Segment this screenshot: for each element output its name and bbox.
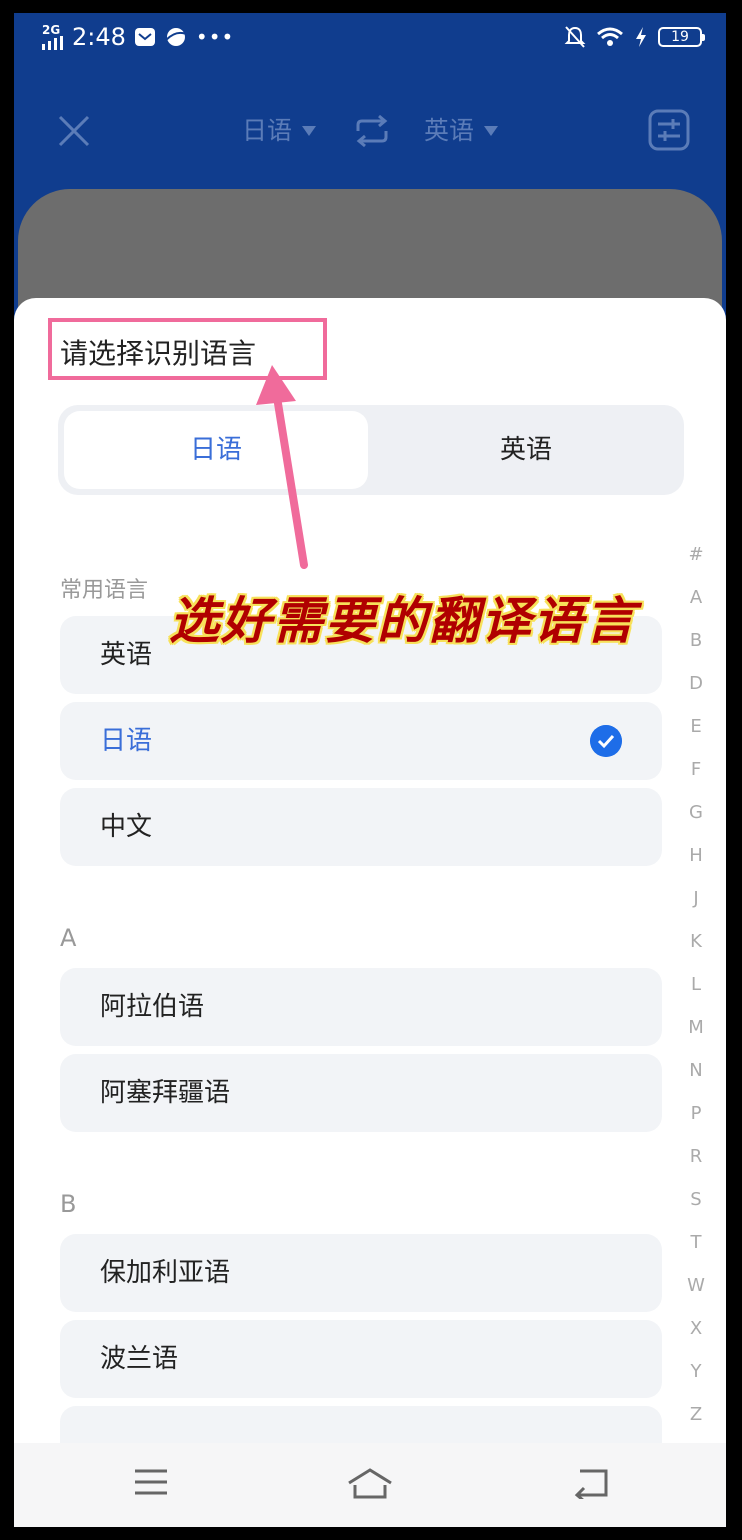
language-item-label: 日语 (100, 726, 153, 756)
battery-level: 19 (658, 27, 705, 47)
language-item-label: 阿塞拜疆语 (100, 1078, 231, 1108)
target-language-label: 英语 (424, 116, 475, 145)
index-letter[interactable]: D (682, 662, 710, 705)
segment-target-language[interactable]: 英语 (374, 411, 678, 489)
language-item[interactable]: 中文 (60, 788, 662, 866)
index-letter[interactable]: W (682, 1264, 710, 1307)
message-icon (134, 28, 155, 46)
index-letter[interactable]: Y (682, 1350, 710, 1393)
index-letter[interactable]: H (682, 834, 710, 877)
language-item-selected[interactable]: 日语 (60, 702, 662, 780)
language-segmented-control: 日语 英语 (58, 405, 684, 495)
language-item-label: 阿拉伯语 (100, 992, 205, 1022)
segment-source-language[interactable]: 日语 (64, 411, 368, 489)
checkmark-icon (590, 725, 622, 757)
index-letter[interactable]: G (682, 791, 710, 834)
index-letter[interactable]: Z (682, 1393, 710, 1436)
index-letter[interactable]: E (682, 705, 710, 748)
language-item[interactable]: 波兰语 (60, 1320, 662, 1398)
index-letter[interactable]: S (682, 1178, 710, 1221)
target-language-selector[interactable]: 英语 (424, 115, 499, 147)
swap-languages-icon[interactable] (352, 113, 392, 149)
language-item-label: 保加利亚语 (100, 1258, 231, 1288)
more-notifications-icon: ••• (195, 25, 235, 49)
language-item[interactable]: 阿拉伯语 (60, 968, 662, 1046)
system-navigation-bar (14, 1443, 726, 1527)
clock: 2:48 (72, 23, 126, 51)
wifi-icon (597, 27, 623, 46)
annotation-highlight-box (48, 318, 327, 380)
translator-header: 日语 英语 (14, 93, 726, 169)
annotation-callout: 选好需要的翻译语言 (169, 592, 637, 650)
browser-icon (165, 28, 187, 46)
caret-down-icon (302, 126, 317, 136)
index-letter[interactable]: J (682, 877, 710, 920)
settings-sliders-icon[interactable] (648, 109, 690, 151)
bell-muted-icon (564, 26, 586, 48)
index-letter[interactable]: B (682, 619, 710, 662)
language-item-partial[interactable] (60, 1406, 662, 1446)
index-letter[interactable]: K (682, 920, 710, 963)
index-letter[interactable]: M (682, 1006, 710, 1049)
home-icon[interactable] (346, 1467, 394, 1501)
menu-icon[interactable] (134, 1467, 168, 1497)
language-item-label: 波兰语 (100, 1344, 179, 1374)
close-icon[interactable] (56, 113, 92, 149)
index-letter[interactable]: T (682, 1221, 710, 1264)
charging-icon (636, 27, 646, 47)
language-picker-sheet: 请选择识别语言 日语 英语 常用语言 英语 日语 中文 A 阿拉伯语 阿塞拜疆语… (14, 298, 726, 1527)
caret-down-icon (484, 126, 499, 136)
signal-icon (42, 36, 63, 50)
index-letter[interactable]: A (682, 576, 710, 619)
source-language-selector[interactable]: 日语 (242, 115, 317, 147)
back-icon[interactable] (572, 1467, 610, 1499)
common-languages-label: 常用语言 (60, 578, 149, 603)
language-item[interactable]: 保加利亚语 (60, 1234, 662, 1312)
index-letter[interactable]: L (682, 963, 710, 1006)
index-letter[interactable]: P (682, 1092, 710, 1135)
section-letter: B (60, 1190, 77, 1218)
source-language-label: 日语 (242, 116, 293, 145)
alphabet-index[interactable]: # A B D E F G H J K L M N P R S T W X Y … (682, 533, 710, 1436)
language-item[interactable]: 阿塞拜疆语 (60, 1054, 662, 1132)
status-bar: 2G 2:48 ••• 19 (14, 13, 726, 65)
section-letter: A (60, 924, 77, 952)
network-type: 2G (42, 23, 61, 37)
index-letter[interactable]: # (682, 533, 710, 576)
index-letter[interactable]: N (682, 1049, 710, 1092)
index-letter[interactable]: F (682, 748, 710, 791)
phone-screen: 2G 2:48 ••• 19 日语 英语 请选择识别语言 日语 英语 常用语言 … (14, 13, 726, 1527)
index-letter[interactable]: R (682, 1135, 710, 1178)
index-letter[interactable]: X (682, 1307, 710, 1350)
language-item-label: 中文 (100, 812, 153, 842)
language-item-label: 英语 (100, 640, 153, 670)
